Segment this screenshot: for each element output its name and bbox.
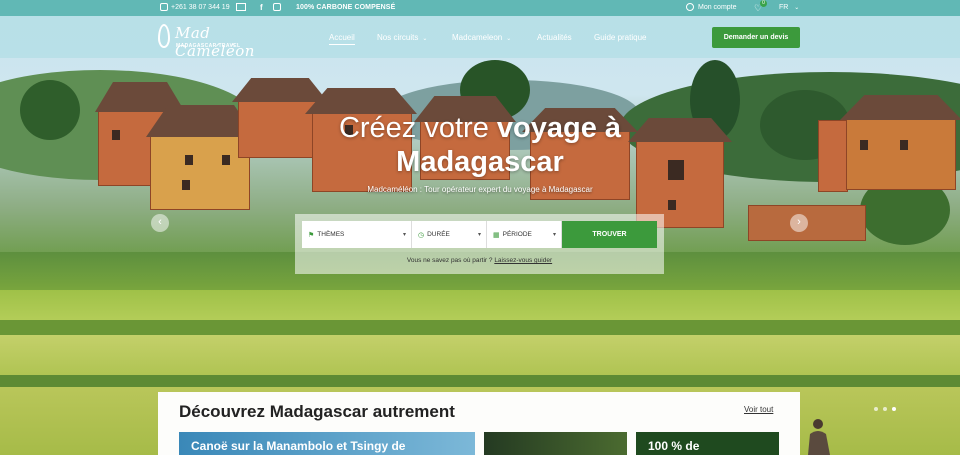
themes-label: THÈMES — [317, 231, 345, 238]
chevron-down-icon: ⌄ — [794, 5, 800, 11]
nav-label: Accueil — [329, 33, 355, 42]
helper-text: Vous ne savez pas où partir ? — [406, 257, 493, 264]
duration-select[interactable]: ◷ DURÉE ▾ — [412, 221, 487, 248]
headline-bold-1: voyage à — [496, 112, 622, 144]
hero-subheading: Madcaméléon : Tour opérateur expert du v… — [367, 185, 593, 194]
chevron-down-icon: ▾ — [552, 232, 556, 238]
carbon-neutral-label: 100% CARBONE COMPENSÉ — [296, 4, 396, 11]
search-helper: Vous ne savez pas où partir ? Laissez-vo… — [295, 257, 664, 264]
nav-label: Madcameleon — [452, 33, 503, 42]
discover-section: Découvrez Madagascar autrement Voir tout… — [158, 392, 800, 455]
nav-accueil[interactable]: Accueil — [329, 33, 355, 45]
see-all-link[interactable]: Voir tout — [744, 405, 773, 414]
logo-brand: Mad Caméléon — [175, 24, 255, 60]
nav-guide-pratique[interactable]: Guide pratique — [594, 33, 646, 42]
discover-title: Découvrez Madagascar autrement — [179, 402, 455, 421]
instagram-icon[interactable] — [273, 3, 281, 11]
nav-madcameleon[interactable]: Madcameleon ⌄ — [452, 33, 511, 42]
leaf-icon — [158, 24, 170, 48]
themes-select[interactable]: ⚑ THÈMES ▾ — [302, 221, 412, 248]
headline-bold-2: Madagascar — [396, 146, 564, 178]
mail-icon[interactable] — [236, 3, 246, 11]
farmer-figure — [808, 419, 830, 455]
user-icon — [686, 3, 694, 11]
trip-card[interactable]: 100 % de — [636, 432, 779, 455]
trip-card-title: Canoë sur la Manambolo et Tsingy de — [191, 439, 406, 453]
chevron-down-icon: ▾ — [402, 232, 406, 238]
trip-card-title: 100 % de — [648, 439, 700, 453]
trip-card[interactable]: Canoë sur la Manambolo et Tsingy de — [179, 432, 475, 455]
request-quote-button[interactable]: Demander un devis — [712, 27, 800, 48]
nav-actualites[interactable]: Actualités — [537, 33, 572, 42]
chevron-down-icon: ⌄ — [422, 36, 428, 42]
logo-tagline: MADAGASCAR TRAVEL — [176, 43, 241, 49]
guide-me-link[interactable]: Laissez-vous guider — [494, 257, 552, 264]
headline-light: Créez votre — [338, 112, 489, 144]
chevron-down-icon: ▾ — [477, 232, 481, 238]
language-selector[interactable]: FR ⌄ — [779, 4, 799, 11]
nav-nos-circuits[interactable]: Nos circuits ⌄ — [377, 33, 427, 42]
duration-label: DURÉE — [427, 231, 450, 238]
period-label: PÉRIODE — [502, 231, 532, 238]
carousel-dot-active[interactable] — [892, 407, 896, 411]
phone-icon — [160, 3, 168, 11]
site-logo[interactable]: Mad Caméléon MADAGASCAR TRAVEL — [158, 22, 278, 60]
facebook-icon[interactable]: f — [260, 3, 263, 12]
top-bar: +261 38 07 344 19 f 100% CARBONE COMPENS… — [0, 0, 960, 16]
favorites-count-badge: 0 — [760, 0, 767, 7]
phone-link[interactable]: +261 38 07 344 19 — [160, 3, 230, 11]
nav-label: Nos circuits — [377, 33, 419, 42]
slider-prev-arrow[interactable]: ‹ — [151, 214, 169, 232]
flag-icon: ⚑ — [308, 231, 315, 239]
account-link[interactable]: Mon compte — [686, 3, 737, 11]
calendar-icon: ▦ — [493, 231, 500, 239]
period-select[interactable]: ▦ PÉRIODE ▾ — [487, 221, 562, 248]
language-label: FR — [779, 4, 789, 11]
phone-number: +261 38 07 344 19 — [171, 3, 230, 11]
chevron-down-icon: ⌄ — [506, 36, 512, 42]
trip-card[interactable] — [484, 432, 627, 455]
main-navbar: Mad Caméléon MADAGASCAR TRAVEL Accueil N… — [0, 16, 960, 60]
nav-label: Actualités — [537, 33, 572, 42]
slider-next-arrow[interactable]: › — [790, 214, 808, 232]
carousel-dots — [874, 407, 896, 411]
trip-search-box: ⚑ THÈMES ▾ ◷ DURÉE ▾ ▦ PÉRIODE ▾ TROUVER… — [295, 214, 664, 274]
carousel-dot[interactable] — [883, 407, 887, 411]
nav-label: Guide pratique — [594, 33, 647, 42]
clock-icon: ◷ — [418, 231, 425, 239]
account-label: Mon compte — [698, 3, 737, 11]
carousel-dot[interactable] — [874, 407, 878, 411]
hero-headline: Créez votre voyage à Madagascar — [0, 111, 960, 179]
find-button[interactable]: TROUVER — [562, 221, 657, 248]
